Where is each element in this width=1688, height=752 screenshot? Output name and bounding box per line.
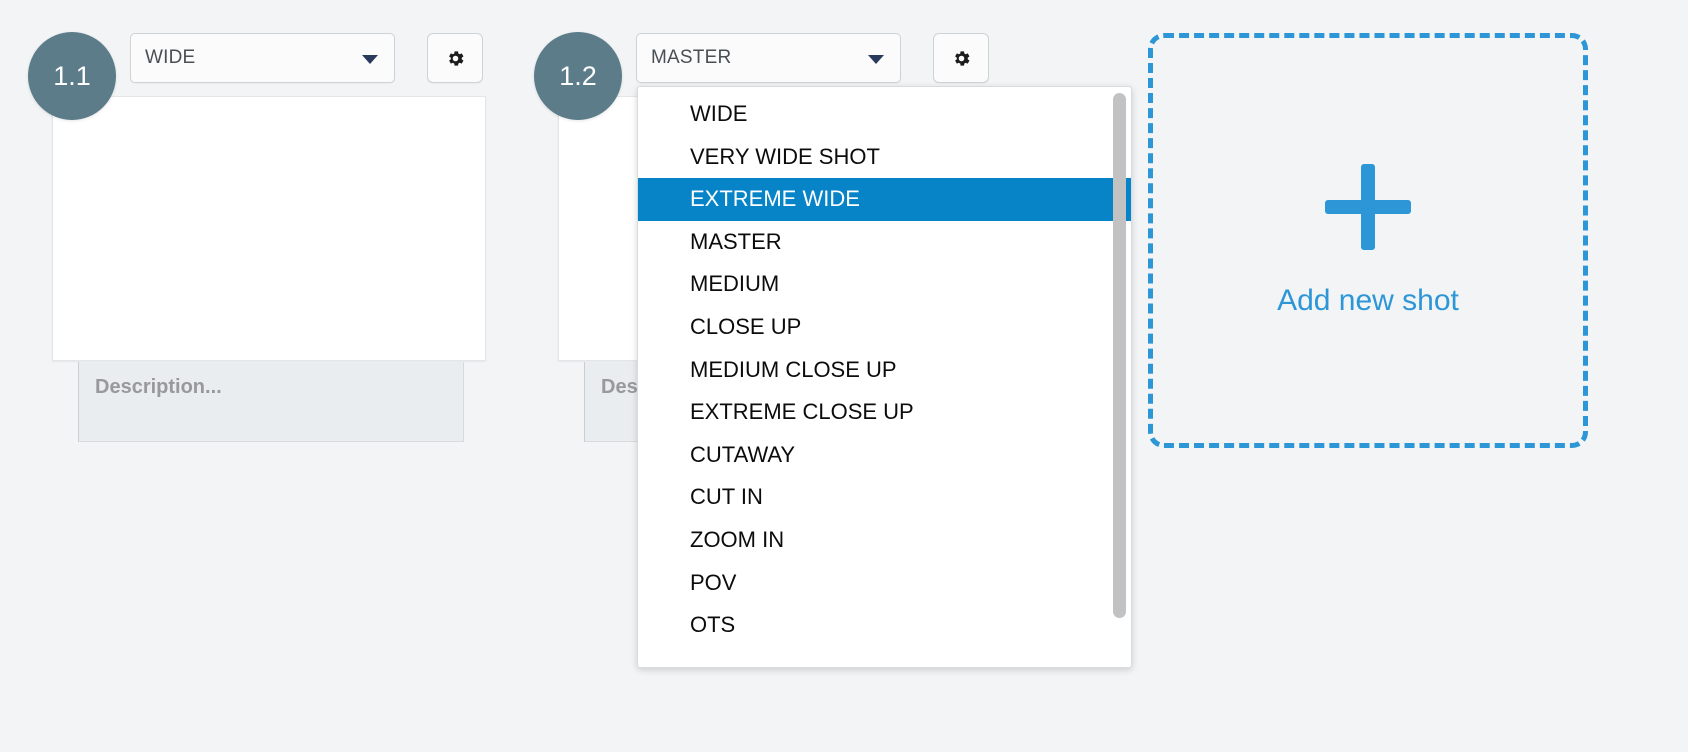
shot-type-option[interactable]: POV <box>638 562 1131 605</box>
shot-type-option[interactable]: EXTREME CLOSE UP <box>638 391 1131 434</box>
shot-type-value: WIDE <box>145 47 196 68</box>
shot-settings-button[interactable] <box>427 33 483 83</box>
gear-icon <box>448 50 463 66</box>
plus-icon <box>1325 163 1411 250</box>
shot-description-placeholder: Description... <box>95 376 222 398</box>
shot-type-dropdown[interactable]: WIDE VERY WIDE SHOT EXTREME WIDE MASTER MEDI… <box>637 86 1132 668</box>
shot-number-badge: 1.1 <box>28 32 116 120</box>
shot-type-option[interactable]: MEDIUM <box>638 263 1131 306</box>
shot-thumbnail[interactable] <box>52 96 486 361</box>
dropdown-scrollbar-thumb[interactable] <box>1113 93 1126 618</box>
shot-type-option[interactable]: CUT IN <box>638 476 1131 519</box>
shot-type-option[interactable]: MEDIUM CLOSE UP <box>638 349 1131 392</box>
shot-type-select[interactable]: WIDE <box>130 33 395 83</box>
shot-type-option[interactable]: WIDE <box>638 93 1131 136</box>
shot-settings-button[interactable] <box>933 33 989 83</box>
shot-number-label: 1.1 <box>53 60 91 91</box>
shot-type-option-list: WIDE VERY WIDE SHOT EXTREME WIDE MASTER MEDI… <box>638 87 1131 647</box>
dropdown-scrollbar[interactable] <box>1113 93 1126 663</box>
chevron-down-icon <box>868 55 884 64</box>
chevron-down-icon <box>362 55 378 64</box>
shot-list-canvas: 1.1 WIDE Description... 1.2 MASTER WIDE … <box>0 0 1688 752</box>
shot-type-option[interactable]: EXTREME WIDE <box>638 178 1131 221</box>
shot-type-option[interactable]: VERY WIDE SHOT <box>638 136 1131 179</box>
shot-type-option[interactable]: ZOOM IN <box>638 519 1131 562</box>
gear-icon <box>954 50 969 66</box>
shot-number-label: 1.2 <box>559 60 597 91</box>
shot-number-badge: 1.2 <box>534 32 622 120</box>
shot-type-value: MASTER <box>651 47 732 68</box>
shot-type-option[interactable]: CUTAWAY <box>638 434 1131 477</box>
shot-type-option[interactable]: MASTER <box>638 221 1131 264</box>
shot-type-select[interactable]: MASTER <box>636 33 901 83</box>
shot-header-1-2: MASTER <box>636 33 989 83</box>
shot-type-option[interactable]: OTS <box>638 604 1131 647</box>
add-new-shot-button[interactable]: Add new shot <box>1148 33 1588 448</box>
add-new-shot-label: Add new shot <box>1277 283 1459 317</box>
shot-type-option[interactable]: CLOSE UP <box>638 306 1131 349</box>
shot-header-1-1: WIDE <box>130 33 483 83</box>
shot-description-field[interactable]: Description... <box>78 362 464 442</box>
